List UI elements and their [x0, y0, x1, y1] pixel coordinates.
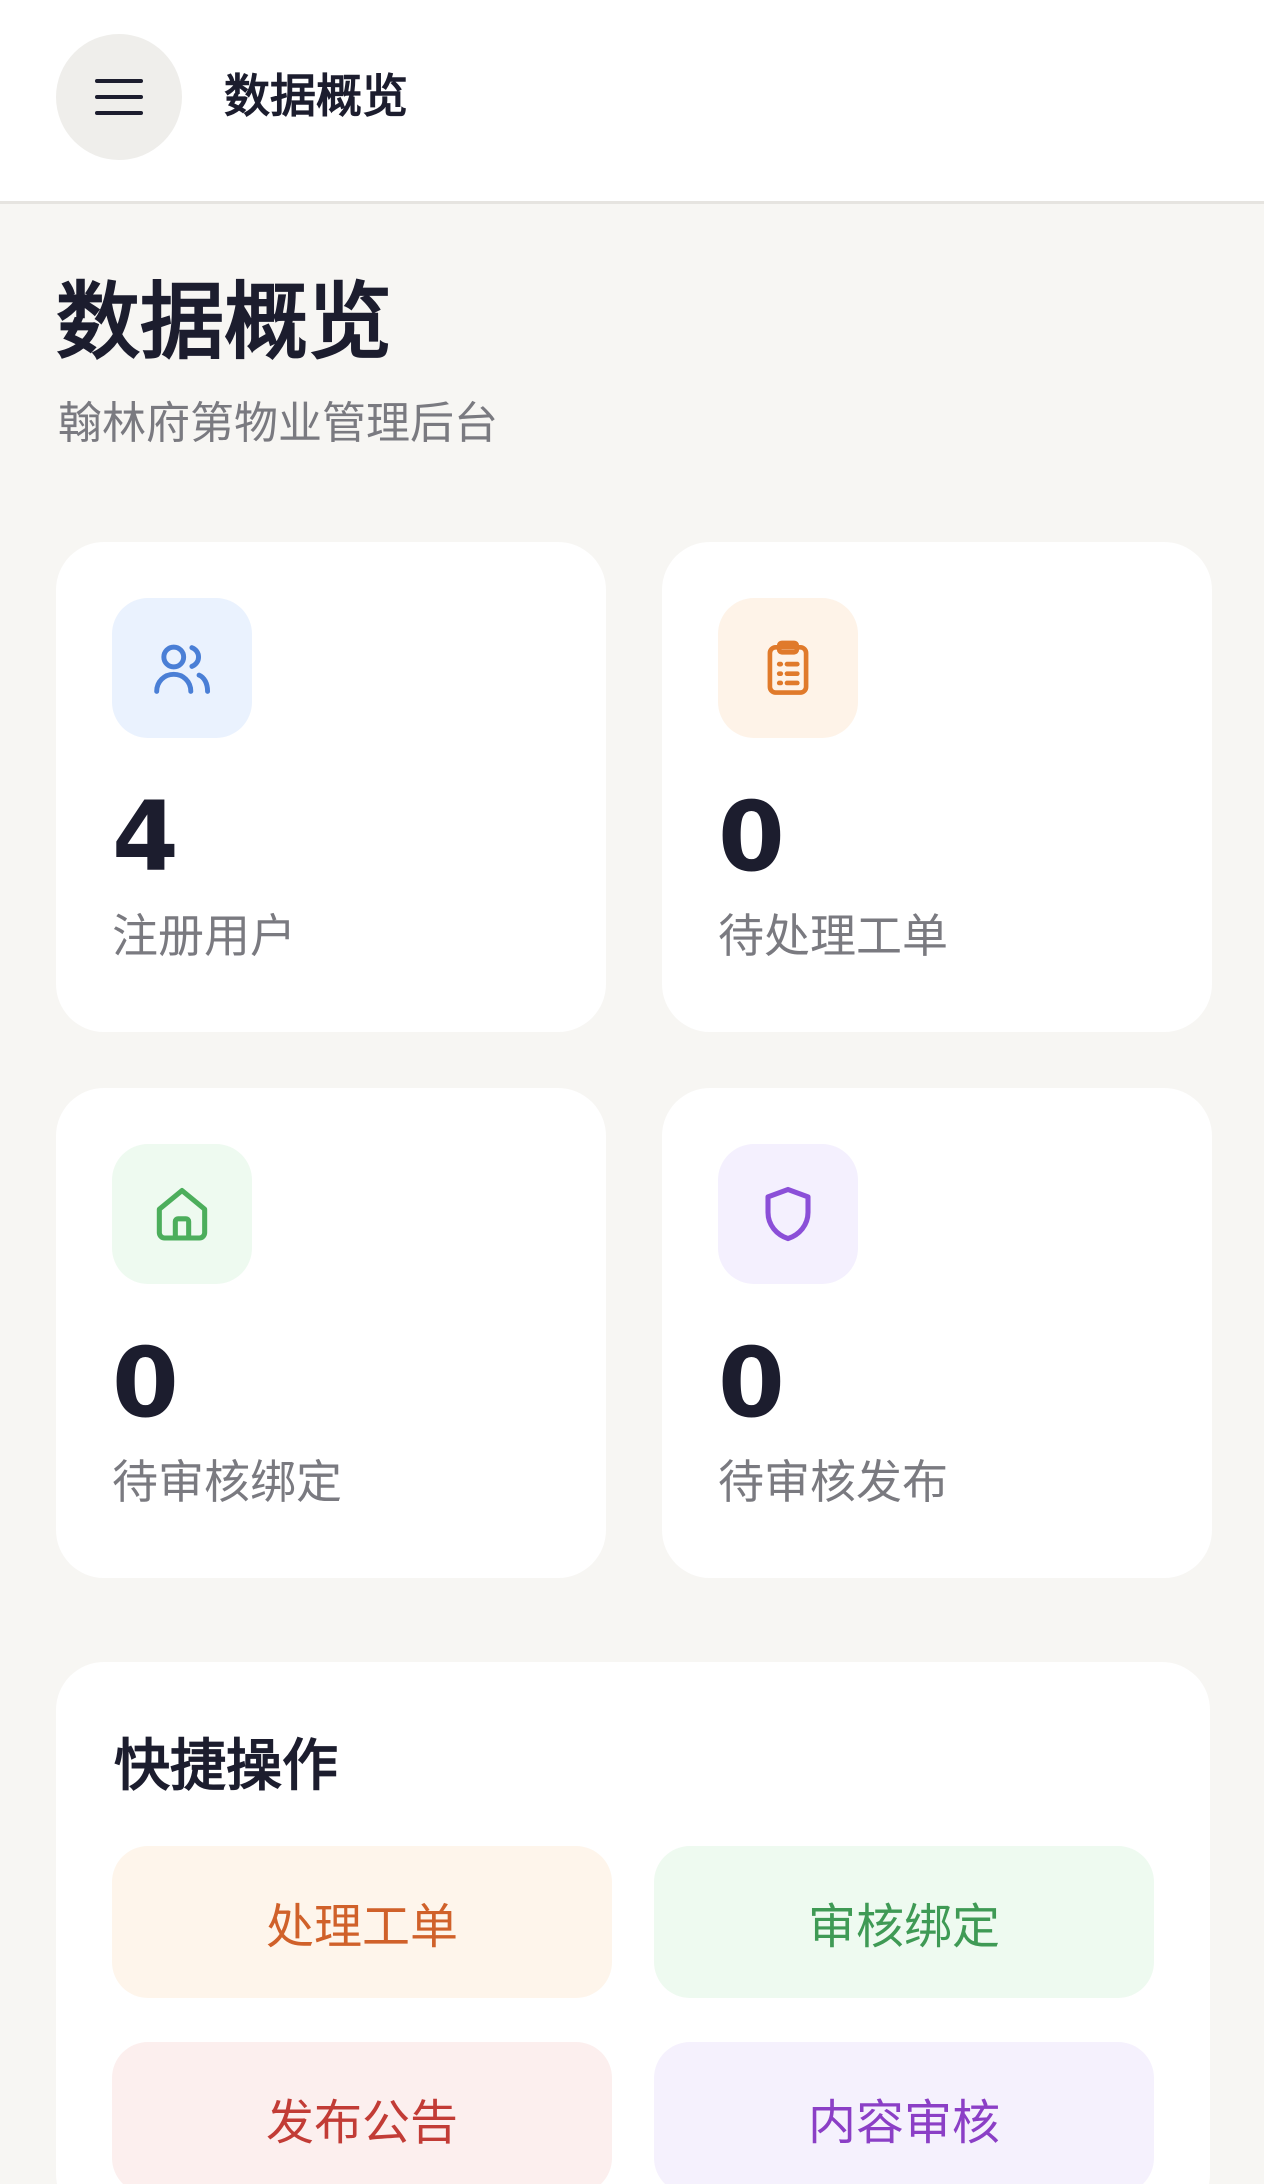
stat-label: 待审核绑定 [112, 1455, 342, 1509]
stat-card-pending-orders[interactable]: 0 待处理工单 [662, 542, 1212, 1032]
stat-value: 4 [112, 781, 179, 893]
page-title: 数据概览 [56, 272, 393, 371]
publish-announcement-button[interactable]: 发布公告 [112, 2042, 612, 2184]
review-bindings-button[interactable]: 审核绑定 [654, 1846, 1154, 1998]
menu-button[interactable] [56, 34, 182, 160]
shield-icon [765, 1186, 811, 1242]
stat-value: 0 [112, 1327, 179, 1439]
quick-actions-title: 快捷操作 [114, 1733, 338, 1799]
stat-value: 0 [718, 781, 785, 893]
menu-icon [95, 79, 143, 115]
stat-icon-box [718, 598, 858, 738]
stat-label: 待审核发布 [718, 1455, 948, 1509]
stat-icon-box [718, 1144, 858, 1284]
home-icon [156, 1188, 208, 1241]
top-bar: 数据概览 [0, 0, 1264, 204]
topbar-title: 数据概览 [224, 69, 408, 123]
stat-card-pending-bindings[interactable]: 0 待审核绑定 [56, 1088, 606, 1578]
stat-label: 注册用户 [112, 909, 296, 963]
users-icon [154, 644, 211, 694]
page-subtitle: 翰林府第物业管理后台 [58, 398, 498, 449]
stat-label: 待处理工单 [718, 909, 948, 963]
content-review-button[interactable]: 内容审核 [654, 2042, 1154, 2184]
handle-orders-button[interactable]: 处理工单 [112, 1846, 612, 1998]
clipboard-icon [767, 640, 809, 695]
stat-icon-box [112, 598, 252, 738]
stat-card-users[interactable]: 4 注册用户 [56, 542, 606, 1032]
quick-actions-panel: 快捷操作 处理工单 审核绑定 发布公告 内容审核 [56, 1662, 1210, 2184]
stat-value: 0 [718, 1327, 785, 1439]
stat-icon-box [112, 1144, 252, 1284]
stat-card-pending-posts[interactable]: 0 待审核发布 [662, 1088, 1212, 1578]
